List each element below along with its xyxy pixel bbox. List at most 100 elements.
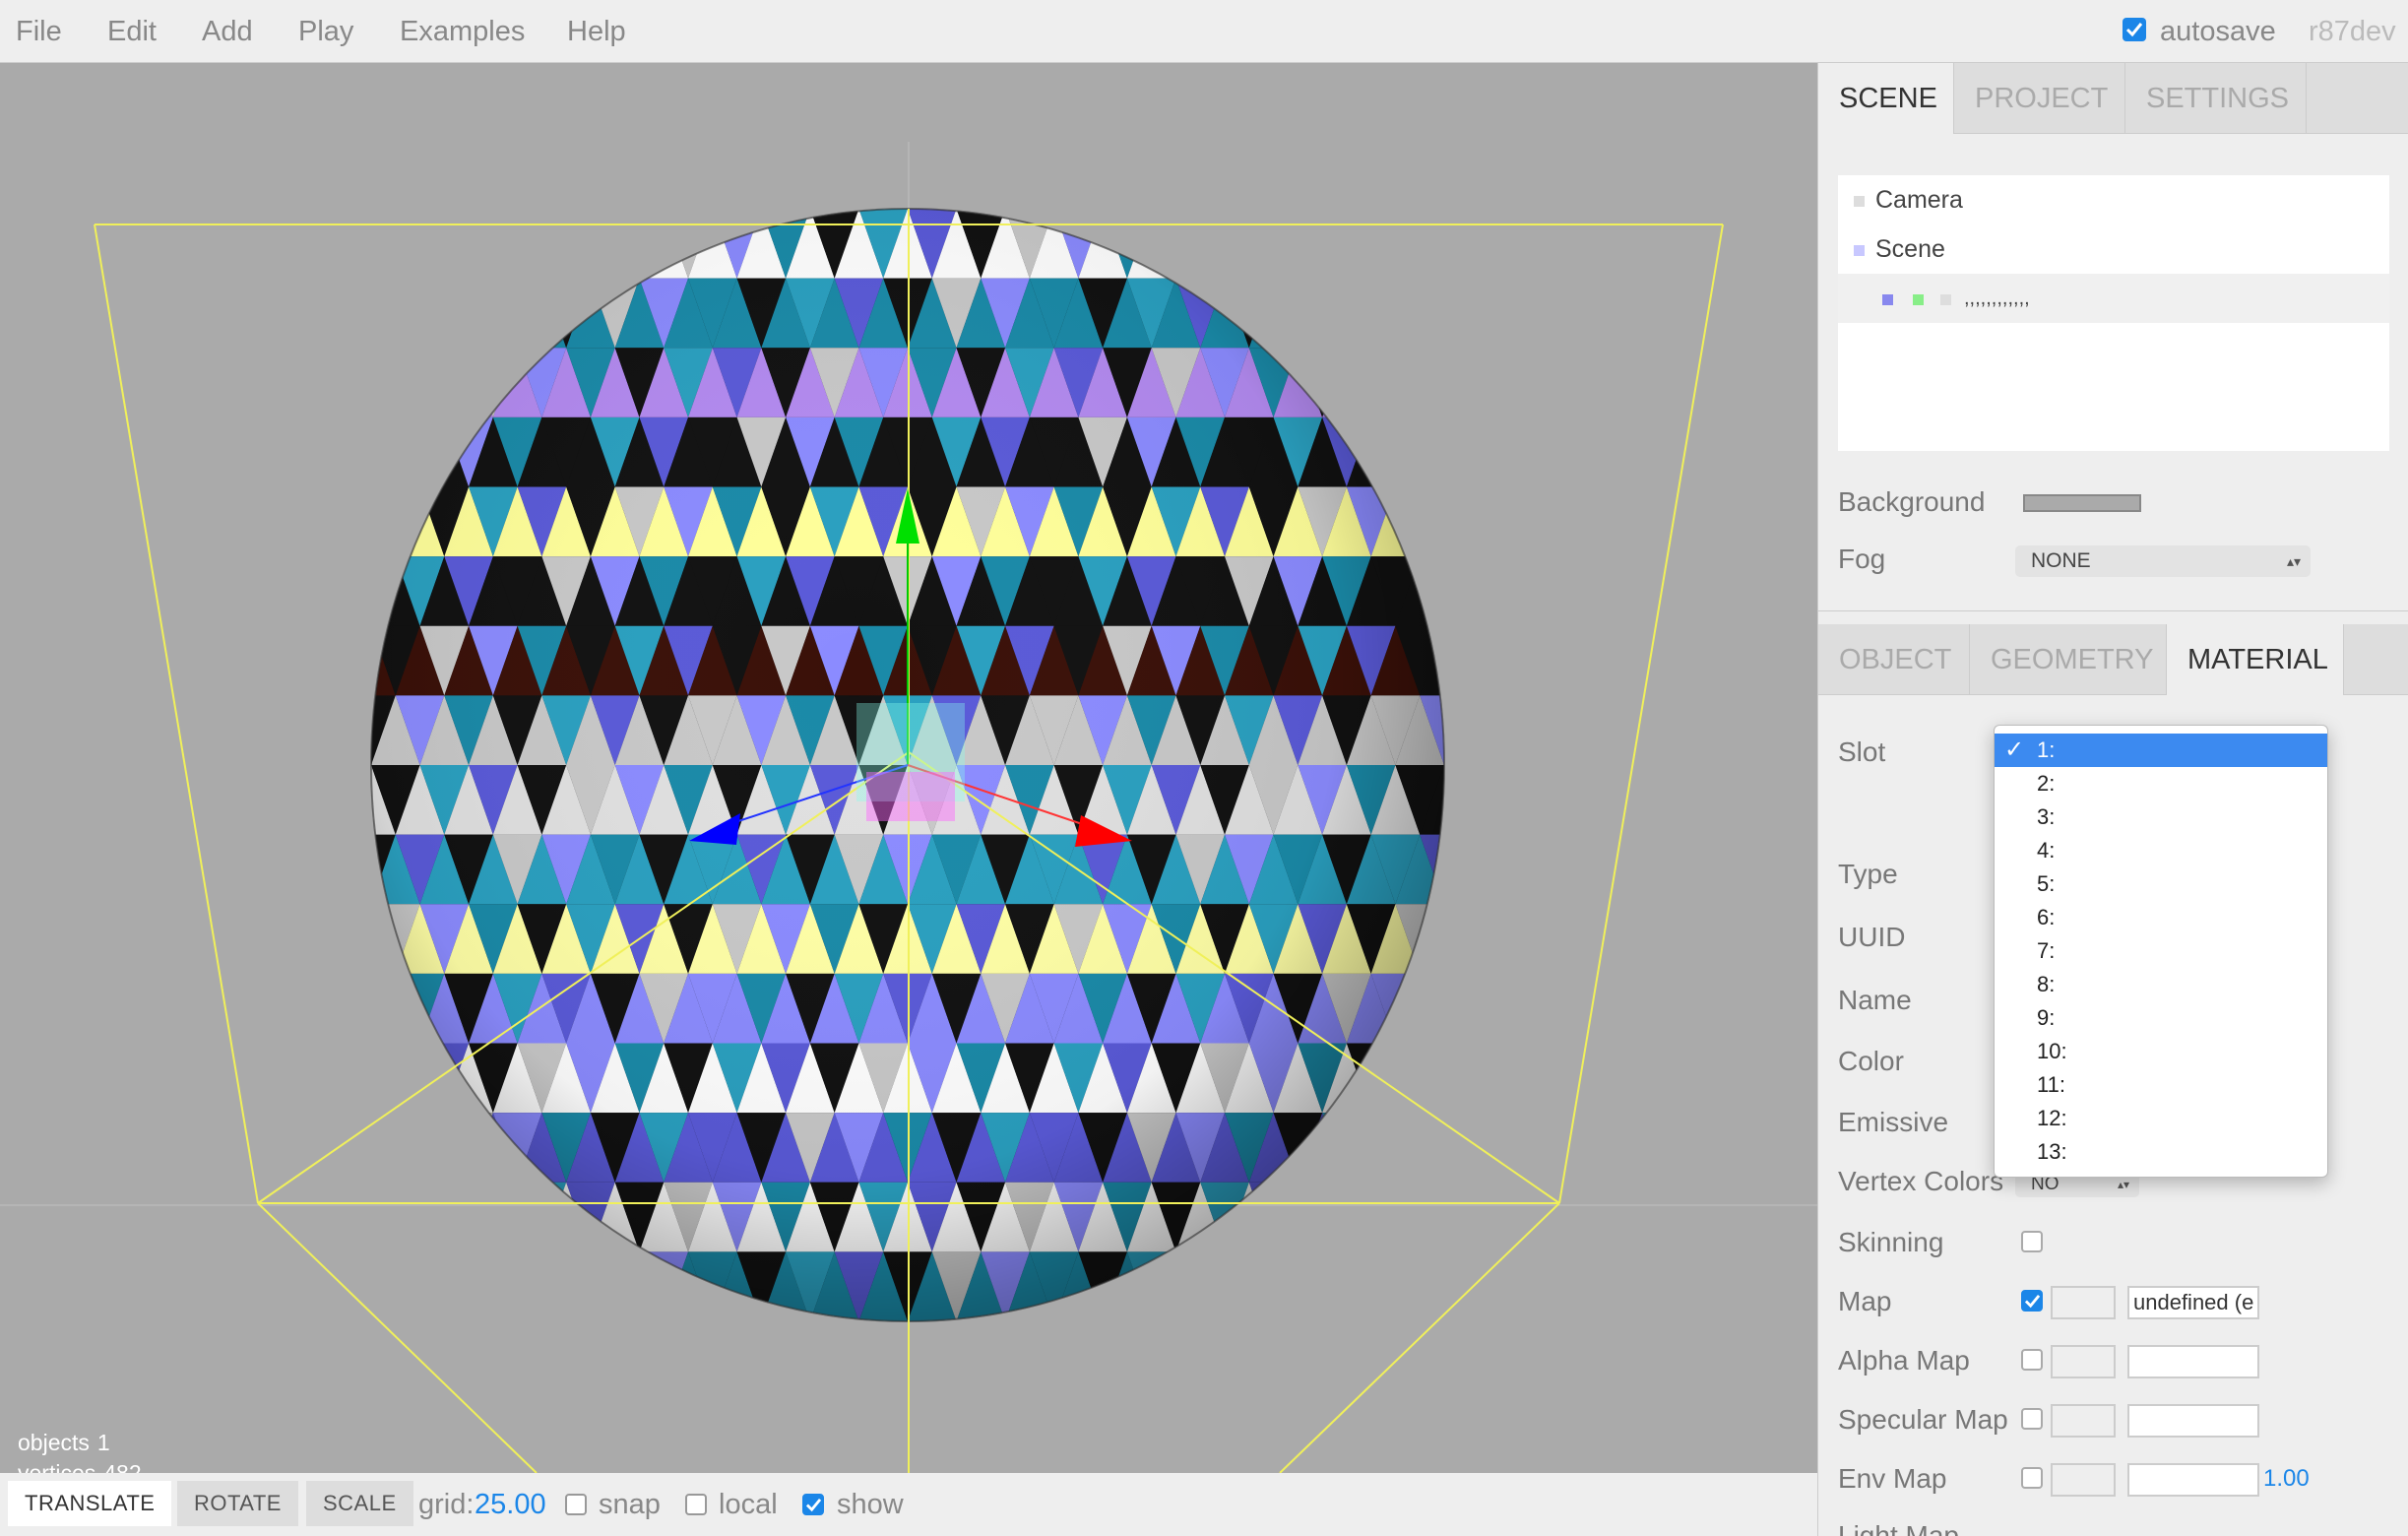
slot-label: Slot xyxy=(1838,736,1886,767)
slot-option[interactable]: 6: xyxy=(1995,901,2327,934)
divider xyxy=(1818,610,2408,611)
map-texture-name[interactable]: undefined (e xyxy=(2127,1286,2259,1319)
menu-play[interactable]: Play xyxy=(298,0,353,63)
xz-plane-handle[interactable] xyxy=(866,772,955,821)
slot-option[interactable]: 12: xyxy=(1995,1102,2327,1135)
grid-label: grid: xyxy=(418,1489,475,1520)
alpha-map-label: Alpha Map xyxy=(1838,1345,1970,1376)
vertices-label: vertices xyxy=(18,1460,96,1473)
properties-tabbar: OBJECT GEOMETRY MATERIAL xyxy=(1818,624,2408,695)
outliner-label: Camera xyxy=(1875,186,1963,214)
slot-option[interactable]: 3: xyxy=(1995,800,2327,834)
fog-select[interactable]: NONE ▴▾ xyxy=(2015,545,2311,577)
slot-option[interactable]: 13: xyxy=(1995,1135,2327,1169)
scene-outliner[interactable]: Camera Scene ,,,,,,,,,,,, xyxy=(1838,175,2389,451)
menu-edit[interactable]: Edit xyxy=(107,0,157,63)
outliner-item-mesh[interactable]: ,,,,,,,,,,,, xyxy=(1838,274,2389,323)
outliner-label: ,,,,,,,,,,,, xyxy=(1964,288,2030,309)
alpha-map-swatch[interactable] xyxy=(2051,1345,2116,1378)
specular-map-checkbox[interactable] xyxy=(2021,1408,2043,1430)
slot-option[interactable]: 7: xyxy=(1995,934,2327,968)
translate-button[interactable]: TRANSLATE xyxy=(8,1481,172,1526)
menubar: File Edit Add Play Examples Help autosav… xyxy=(0,0,2408,63)
skinning-label: Skinning xyxy=(1838,1227,1944,1257)
menu-help[interactable]: Help xyxy=(567,0,626,63)
env-map-reflectivity[interactable]: 1.00 xyxy=(2263,1465,2310,1493)
slot-option[interactable]: 10: xyxy=(1995,1035,2327,1068)
slot-dropdown[interactable]: ✓ 1: 2: 3: 4: 5: 6: 7: 8: 9: 10: 11: 12: 13: xyxy=(1994,725,2328,1178)
menu-file[interactable]: File xyxy=(16,0,62,63)
slot-option[interactable]: ✓ 1: xyxy=(1995,734,2327,767)
checkmark-icon xyxy=(2125,23,2143,37)
geometry-icon xyxy=(1913,294,1924,305)
tab-scene[interactable]: SCENE xyxy=(1818,63,1954,134)
checkmark-icon xyxy=(2024,1294,2041,1309)
show-checkbox[interactable] xyxy=(802,1494,824,1515)
outliner-item-camera[interactable]: Camera xyxy=(1838,175,2389,224)
menu-add[interactable]: Add xyxy=(202,0,253,63)
emissive-label: Emissive xyxy=(1838,1107,1949,1137)
slot-option-label: 13: xyxy=(2037,1139,2067,1164)
autosave-checkbox[interactable] xyxy=(2123,18,2146,41)
tab-geometry[interactable]: GEOMETRY xyxy=(1970,624,2167,695)
slot-option-label: 7: xyxy=(2037,938,2056,963)
viewport[interactable]: objects1 vertices482 triangles960 xyxy=(0,63,1817,1473)
env-map-name[interactable] xyxy=(2127,1463,2259,1497)
skinning-checkbox[interactable] xyxy=(2021,1231,2043,1252)
slot-option-label: 2: xyxy=(2037,771,2056,796)
slot-option[interactable]: 8: xyxy=(1995,968,2327,1001)
map-label: Map xyxy=(1838,1286,1892,1316)
mesh-icon xyxy=(1882,294,1893,305)
scene-tabbar: SCENE PROJECT SETTINGS xyxy=(1818,63,2408,134)
toolbar: TRANSLATE ROTATE SCALE grid: 25.00 snap … xyxy=(0,1473,1817,1536)
tab-material[interactable]: MATERIAL xyxy=(2167,624,2344,695)
tab-settings[interactable]: SETTINGS xyxy=(2125,63,2307,134)
slot-option-label: 5: xyxy=(2037,871,2056,896)
menu-examples[interactable]: Examples xyxy=(400,0,525,63)
grid-value-input[interactable]: 25.00 xyxy=(475,1473,546,1536)
camera-icon xyxy=(1854,196,1865,207)
rotate-button[interactable]: ROTATE xyxy=(177,1481,298,1526)
slot-option-label: 1: xyxy=(2037,737,2056,762)
slot-option[interactable]: 11: xyxy=(1995,1068,2327,1102)
vertex-colors-label: Vertex Colors xyxy=(1838,1166,2004,1196)
light-map-label: Light Map xyxy=(1838,1520,1959,1536)
tab-project[interactable]: PROJECT xyxy=(1954,63,2125,134)
slot-option[interactable]: 4: xyxy=(1995,834,2327,867)
vertices-count: 482 xyxy=(103,1460,142,1473)
slot-option-label: 11: xyxy=(2037,1072,2065,1097)
map-texture-swatch[interactable] xyxy=(2051,1286,2116,1319)
slot-option-label: 8: xyxy=(2037,972,2056,996)
slot-option[interactable]: 2: xyxy=(1995,767,2327,800)
local-checkbox[interactable] xyxy=(685,1494,707,1515)
map-checkbox[interactable] xyxy=(2021,1290,2043,1312)
specular-map-name[interactable] xyxy=(2127,1404,2259,1438)
scale-button[interactable]: SCALE xyxy=(306,1481,413,1526)
env-map-swatch[interactable] xyxy=(2051,1463,2116,1497)
slot-option[interactable]: 9: xyxy=(1995,1001,2327,1035)
snap-checkbox[interactable] xyxy=(565,1494,587,1515)
local-label: local xyxy=(719,1489,778,1520)
outliner-label: Scene xyxy=(1875,235,1945,263)
background-color-swatch[interactable] xyxy=(2023,494,2141,512)
show-label: show xyxy=(837,1489,904,1520)
updown-arrow-icon: ▴▾ xyxy=(2286,553,2301,569)
selection-box xyxy=(94,209,1724,1473)
alpha-map-name[interactable] xyxy=(2127,1345,2259,1378)
material-icon xyxy=(1940,294,1951,305)
background-label: Background xyxy=(1838,486,1986,517)
env-map-label: Env Map xyxy=(1838,1463,1947,1494)
slot-option[interactable]: 5: xyxy=(1995,867,2327,901)
alpha-map-checkbox[interactable] xyxy=(2021,1349,2043,1371)
env-map-checkbox[interactable] xyxy=(2021,1467,2043,1489)
outliner-item-scene[interactable]: Scene xyxy=(1838,224,2389,274)
specular-map-label: Specular Map xyxy=(1838,1404,2008,1435)
name-label: Name xyxy=(1838,985,1912,1015)
tab-object[interactable]: OBJECT xyxy=(1818,624,1970,695)
slot-option-label: 12: xyxy=(2037,1106,2067,1130)
fog-select-value: NONE xyxy=(2031,549,2091,572)
version-label: r87dev xyxy=(2309,16,2396,47)
autosave-label: autosave xyxy=(2160,16,2276,47)
specular-map-swatch[interactable] xyxy=(2051,1404,2116,1438)
type-label: Type xyxy=(1838,859,1898,889)
